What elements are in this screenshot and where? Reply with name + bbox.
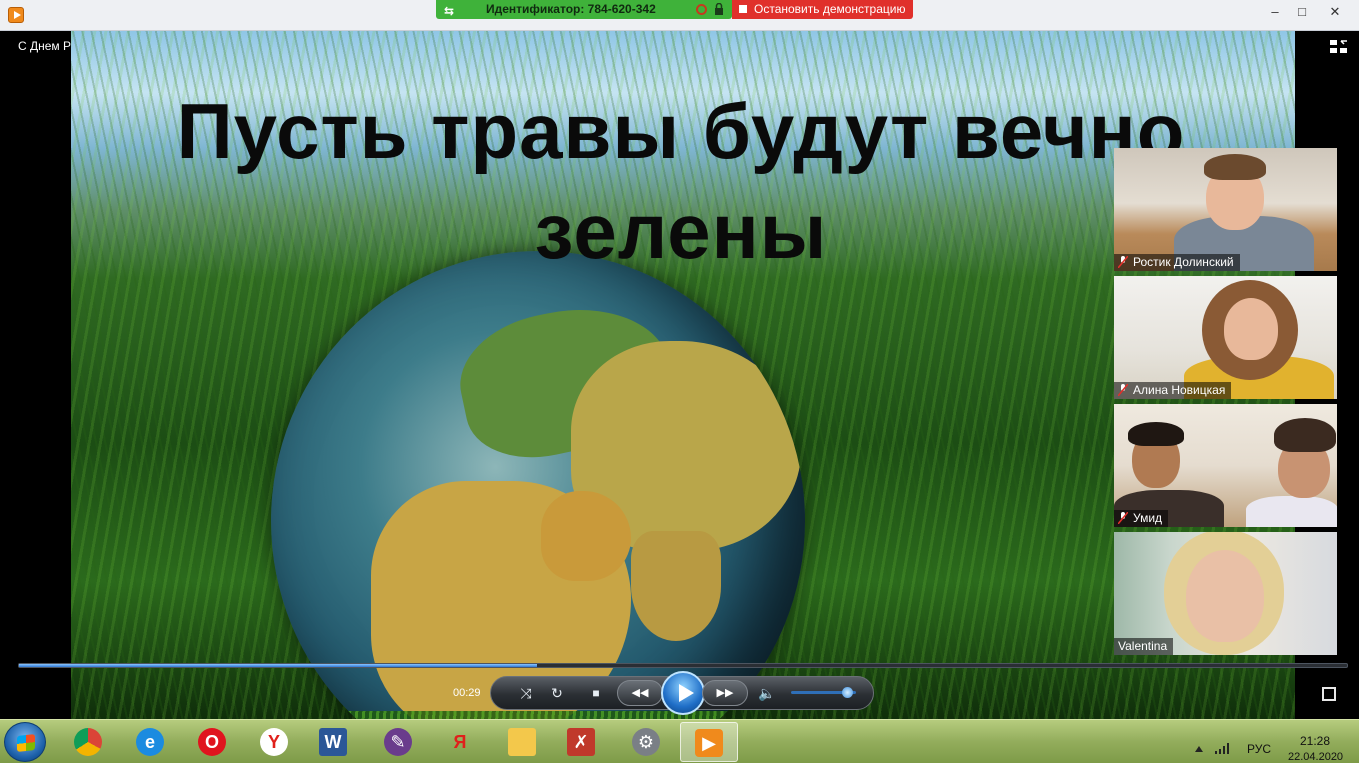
participant-tile[interactable]: Valentina	[1114, 532, 1337, 655]
play-button[interactable]	[661, 671, 705, 715]
pdf-icon: ✗	[567, 728, 595, 756]
teamviewer-logo-icon: ⇆	[444, 4, 455, 18]
keyboard-language[interactable]: РУС	[1247, 742, 1271, 756]
feather-app-icon: ✎	[384, 728, 412, 756]
taskbar-pdf-reader[interactable]: ✗	[553, 722, 611, 762]
yandex-icon: Я	[453, 732, 467, 752]
presentation-slide: Пусть травы будут вечно зелены	[71, 31, 1295, 719]
participant-name: Умид	[1114, 510, 1169, 527]
volume-icon[interactable]: 🔈	[755, 683, 779, 703]
taskbar-yandex[interactable]: Я	[432, 722, 490, 762]
participant-tile[interactable]: Ростик Долинский	[1114, 148, 1337, 271]
opera-icon: O	[198, 728, 226, 756]
windows-taskbar: e O Y W ✎ Я ✗ ⚙ ▶ РУС 21:28 22.04.2020	[0, 719, 1359, 763]
seek-bar[interactable]	[18, 663, 1348, 668]
participant-name: Ростик Долинский	[1114, 254, 1240, 271]
teamviewer-id: Идентификатор: 784-620-342	[486, 2, 656, 16]
video-player: С Днем Рождения земля! Пусть травы будут…	[10, 31, 1356, 719]
participant-tile[interactable]: Алина Новицкая	[1114, 276, 1337, 399]
taskbar-word[interactable]: W	[305, 722, 363, 762]
maximize-button[interactable]: □	[1291, 3, 1313, 21]
folder-icon	[508, 728, 536, 756]
lock-icon[interactable]	[714, 3, 724, 15]
taskbar-file-explorer[interactable]	[494, 722, 552, 762]
current-time: 00:29	[453, 687, 481, 699]
volume-slider-knob[interactable]	[841, 687, 853, 698]
show-hidden-icons-button[interactable]	[1195, 746, 1203, 752]
taskbar-chrome[interactable]	[60, 722, 118, 762]
fullscreen-icon[interactable]	[1322, 687, 1336, 701]
windows-logo-icon	[17, 734, 35, 752]
next-button[interactable]: ▶▶	[702, 680, 748, 706]
seek-progress	[19, 664, 537, 667]
word-icon: W	[319, 728, 347, 756]
taskbar-internet-explorer[interactable]: e	[122, 722, 180, 762]
taskbar-app-feather[interactable]: ✎	[370, 722, 428, 762]
taskbar-yandex-browser[interactable]: Y	[246, 722, 304, 762]
yandex-browser-icon: Y	[260, 728, 288, 756]
start-button[interactable]	[4, 722, 46, 762]
repeat-button[interactable]: ↻	[545, 683, 569, 703]
media-player-icon: ▶	[695, 729, 723, 757]
stop-icon	[739, 5, 747, 13]
clock-date[interactable]: 22.04.2020	[1288, 751, 1343, 763]
taskbar-media-player[interactable]: ▶	[680, 722, 738, 762]
taskbar-opera[interactable]: O	[184, 722, 242, 762]
taskbar-media-reel[interactable]: ⚙	[618, 722, 676, 762]
clock-time[interactable]: 21:28	[1300, 734, 1330, 748]
media-player-app-icon	[8, 7, 24, 23]
teamviewer-id-bar: ⇆ Идентификатор: 784-620-342	[436, 0, 732, 19]
layout-switch-icon[interactable]	[1330, 40, 1348, 54]
participant-tile[interactable]: Умид	[1114, 404, 1337, 527]
chrome-icon	[74, 728, 102, 756]
shuffle-button[interactable]: ⤨	[514, 683, 538, 703]
mic-muted-icon	[1118, 384, 1128, 396]
record-icon[interactable]	[696, 4, 707, 15]
slide-title: Пусть травы будут вечно зелены	[176, 87, 1186, 275]
network-signal-icon[interactable]	[1215, 742, 1231, 754]
mic-muted-icon	[1118, 256, 1128, 268]
stop-presentation-button[interactable]: Остановить демонстрацию	[732, 0, 913, 19]
close-button[interactable]: ✕	[1318, 3, 1352, 21]
participant-name: Valentina	[1114, 638, 1174, 655]
mic-muted-icon	[1118, 512, 1128, 524]
stop-button[interactable]: ■	[584, 683, 608, 703]
minimize-button[interactable]: –	[1264, 3, 1286, 21]
participant-name: Алина Новицкая	[1114, 382, 1232, 399]
previous-button[interactable]: ◀◀	[617, 680, 663, 706]
film-reel-icon: ⚙	[632, 728, 660, 756]
internet-explorer-icon: e	[136, 728, 164, 756]
